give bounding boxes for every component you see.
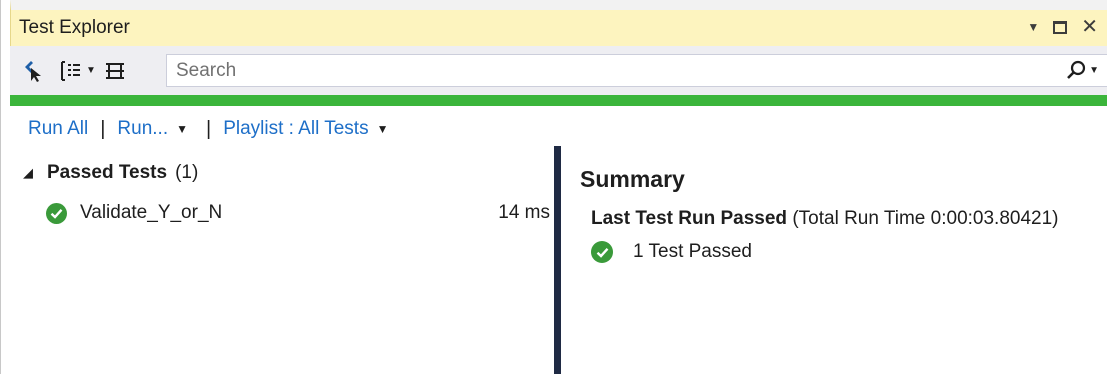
run-tests-after-build-icon[interactable] (20, 56, 46, 86)
test-item[interactable]: Validate_Y_or_N 14 ms (46, 198, 550, 228)
test-name: Validate_Y_or_N (80, 202, 223, 223)
command-separator: | (100, 117, 106, 140)
search-button[interactable]: ▼ (1065, 60, 1107, 82)
toolbar: ▼ ▼ (10, 46, 1107, 95)
test-run-progress-bar (10, 95, 1107, 106)
search-options-dropdown-icon[interactable]: ▼ (1089, 65, 1099, 76)
playlist-link[interactable]: Playlist : All Tests (223, 118, 368, 140)
summary-pane: Summary Last Test Run Passed (Total Run … (561, 150, 1107, 374)
progress-fill (10, 95, 1107, 106)
collapse-triangle-icon[interactable]: ◢ (23, 165, 33, 181)
passed-count-text: 1 Test Passed (633, 241, 753, 262)
group-by-dropdown-icon[interactable]: ▼ (86, 65, 96, 76)
window-title: Test Explorer (19, 17, 130, 38)
window-controls: ▼ ✕ (1027, 17, 1098, 37)
group-label: Passed Tests (47, 162, 168, 183)
summary-heading: Summary (580, 166, 685, 192)
last-run-line: Last Test Run Passed (Total Run Time 0:0… (591, 208, 1059, 230)
last-run-title: Last Test Run Passed (591, 208, 788, 229)
command-separator: | (206, 117, 212, 140)
check-circle-icon (46, 202, 67, 224)
group-by-icon[interactable] (58, 56, 84, 86)
group-count: (1) (175, 162, 199, 183)
test-list-pane: ◢ Passed Tests (1) Validate_Y_or_N 14 ms (10, 150, 554, 374)
playlist-view-icon[interactable] (102, 56, 128, 86)
search-icon (1067, 60, 1086, 79)
passed-tests-group[interactable]: ◢ Passed Tests (1) (23, 162, 198, 184)
search-input[interactable] (167, 59, 1066, 82)
playlist-dropdown-icon[interactable]: ▼ (377, 122, 389, 136)
pane-splitter[interactable] (554, 146, 561, 374)
window-position-dropdown-icon[interactable]: ▼ (1027, 20, 1039, 34)
search-box: ▼ (166, 54, 1107, 87)
passed-count-row: 1 Test Passed (591, 241, 752, 263)
maximize-icon[interactable] (1053, 20, 1068, 34)
test-duration: 14 ms (498, 202, 550, 223)
run-dropdown-icon[interactable]: ▼ (176, 122, 188, 136)
command-bar: Run All | Run... ▼ | Playlist : All Test… (10, 112, 1107, 146)
check-circle-icon (591, 241, 613, 263)
run-all-link[interactable]: Run All (28, 118, 88, 140)
close-icon[interactable]: ✕ (1081, 17, 1098, 37)
run-link[interactable]: Run... (117, 118, 168, 140)
last-run-detail: (Total Run Time 0:00:03.80421) (792, 208, 1059, 229)
title-bar[interactable]: Test Explorer ▼ ✕ (10, 0, 1107, 46)
test-explorer-window: Test Explorer ▼ ✕ ▼ Search ▼ Run All | R… (0, 0, 1107, 374)
